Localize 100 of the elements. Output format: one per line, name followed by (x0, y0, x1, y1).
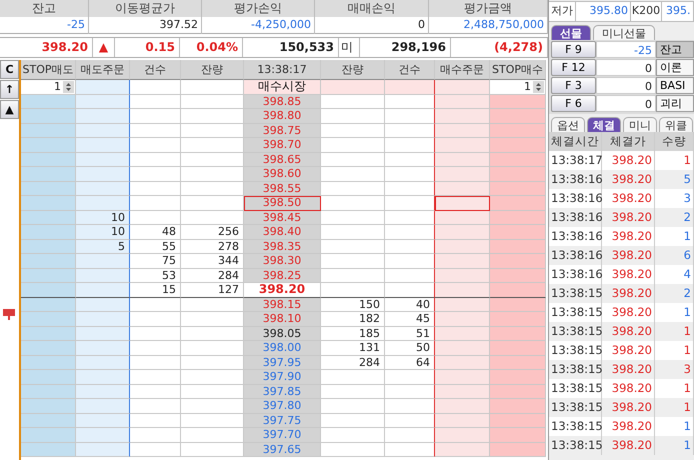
price-cell[interactable]: 397.75 (244, 414, 321, 428)
market-order-cell[interactable]: 매수시장 (244, 80, 321, 94)
table-cell: 13:38:16 (549, 170, 602, 189)
info-button[interactable]: BASI (656, 77, 694, 94)
price-cell[interactable]: 397.85 (244, 384, 321, 399)
column-header: 평가금액 (429, 0, 547, 17)
table-cell: 5 (76, 240, 130, 254)
table-cell (321, 384, 385, 399)
table-cell (435, 138, 490, 152)
table-cell (435, 268, 490, 283)
price-cell[interactable]: 398.40 (244, 225, 321, 240)
table-cell (490, 341, 546, 356)
price-cell[interactable]: 397.90 (244, 370, 321, 384)
table-cell (435, 283, 490, 298)
table-cell (21, 298, 76, 312)
price-cell[interactable]: 398.60 (244, 167, 321, 182)
price-cell[interactable]: 398.55 (244, 182, 321, 196)
table-cell: 2 (655, 208, 694, 227)
table-cell (130, 298, 181, 312)
table-cell (21, 283, 76, 298)
position-cell: 0 (596, 59, 656, 76)
tab[interactable]: 미니 (623, 117, 657, 132)
info-button[interactable]: 이론 (656, 59, 694, 76)
column-header: 평가손익 (202, 0, 314, 17)
tab[interactable]: 위클 (659, 117, 693, 132)
price-cell[interactable]: 398.50 (244, 196, 321, 210)
table-cell (490, 356, 546, 370)
price-cell[interactable]: 398.35 (244, 240, 321, 254)
price-cell[interactable]: 397.95 (244, 356, 321, 370)
table-cell (76, 370, 130, 384)
price-cell[interactable]: 397.70 (244, 428, 321, 442)
table-cell: 185 (321, 326, 385, 341)
table-cell (130, 182, 181, 196)
spinner-icon[interactable] (533, 80, 544, 93)
table-cell (385, 80, 435, 94)
price-cell[interactable]: 398.75 (244, 124, 321, 138)
table-cell (435, 254, 490, 268)
table-cell: 398.20 (602, 398, 655, 417)
table-cell (321, 124, 385, 138)
tab[interactable]: 미니선물 (593, 25, 655, 40)
table-cell (321, 210, 385, 225)
table-cell (76, 196, 130, 210)
table-cell (435, 152, 490, 167)
info-cell: 395. (662, 2, 694, 21)
table-cell: 398.20 (602, 284, 655, 303)
table-cell: 1 (655, 322, 694, 341)
contract-button[interactable]: F 12 (551, 59, 596, 76)
table-cell: 0 (315, 17, 428, 34)
table-cell (76, 152, 130, 167)
table-cell: 131 (321, 341, 385, 356)
price-cell[interactable]: 398.15 (244, 298, 321, 312)
table-cell (490, 370, 546, 384)
table-cell: 75 (130, 254, 181, 268)
price-cell[interactable]: 398.20 (244, 283, 321, 298)
table-cell: 55 (130, 240, 181, 254)
table-cell (490, 268, 546, 283)
table-cell (21, 254, 76, 268)
tab[interactable]: 체결 (587, 117, 621, 132)
table-cell (130, 196, 181, 210)
side-button[interactable]: ↑ (0, 80, 19, 99)
price-cell[interactable]: 398.00 (244, 341, 321, 356)
info-button[interactable]: 괴리 (656, 95, 694, 112)
tab[interactable]: 옵션 (551, 117, 585, 132)
position-cell: 0 (596, 95, 656, 112)
table-cell (435, 182, 490, 196)
table-cell (130, 428, 181, 442)
table-cell: 398.20 (602, 322, 655, 341)
spinner-icon[interactable] (63, 80, 74, 93)
contract-button[interactable]: F 3 (551, 77, 596, 94)
price-cell[interactable]: 398.65 (244, 152, 321, 167)
table-cell (490, 283, 546, 298)
price-cell[interactable]: 398.85 (244, 94, 321, 109)
tab[interactable]: 선물 (551, 25, 591, 40)
table-cell (130, 210, 181, 225)
info-button[interactable]: 잔고 (656, 41, 694, 58)
column-header: 잔량 (321, 60, 385, 80)
contract-button[interactable]: F 6 (551, 95, 596, 112)
table-cell: 398.20 (602, 208, 655, 227)
table-cell (321, 109, 385, 124)
side-button[interactable]: C (0, 60, 19, 79)
price-cell[interactable]: 398.30 (244, 254, 321, 268)
contract-button[interactable]: F 9 (551, 41, 596, 58)
quantity-field[interactable]: 1 (21, 80, 76, 94)
price-cell[interactable]: 398.45 (244, 210, 321, 225)
table-cell (321, 414, 385, 428)
price-cell[interactable]: 397.65 (244, 442, 321, 457)
table-cell (321, 428, 385, 442)
price-cell[interactable]: 397.80 (244, 399, 321, 414)
table-cell (490, 210, 546, 225)
table-cell (321, 80, 385, 94)
table-cell (130, 124, 181, 138)
side-button[interactable]: ▲ (0, 100, 19, 119)
quantity-field[interactable]: 1 (490, 80, 546, 94)
price-cell[interactable]: 398.25 (244, 268, 321, 283)
table-cell (490, 94, 546, 109)
price-cell[interactable]: 398.10 (244, 312, 321, 326)
price-cell[interactable]: 398.80 (244, 109, 321, 124)
price-cell[interactable]: 398.70 (244, 138, 321, 152)
price-cell[interactable]: 398.05 (244, 326, 321, 341)
table-cell (435, 196, 490, 210)
